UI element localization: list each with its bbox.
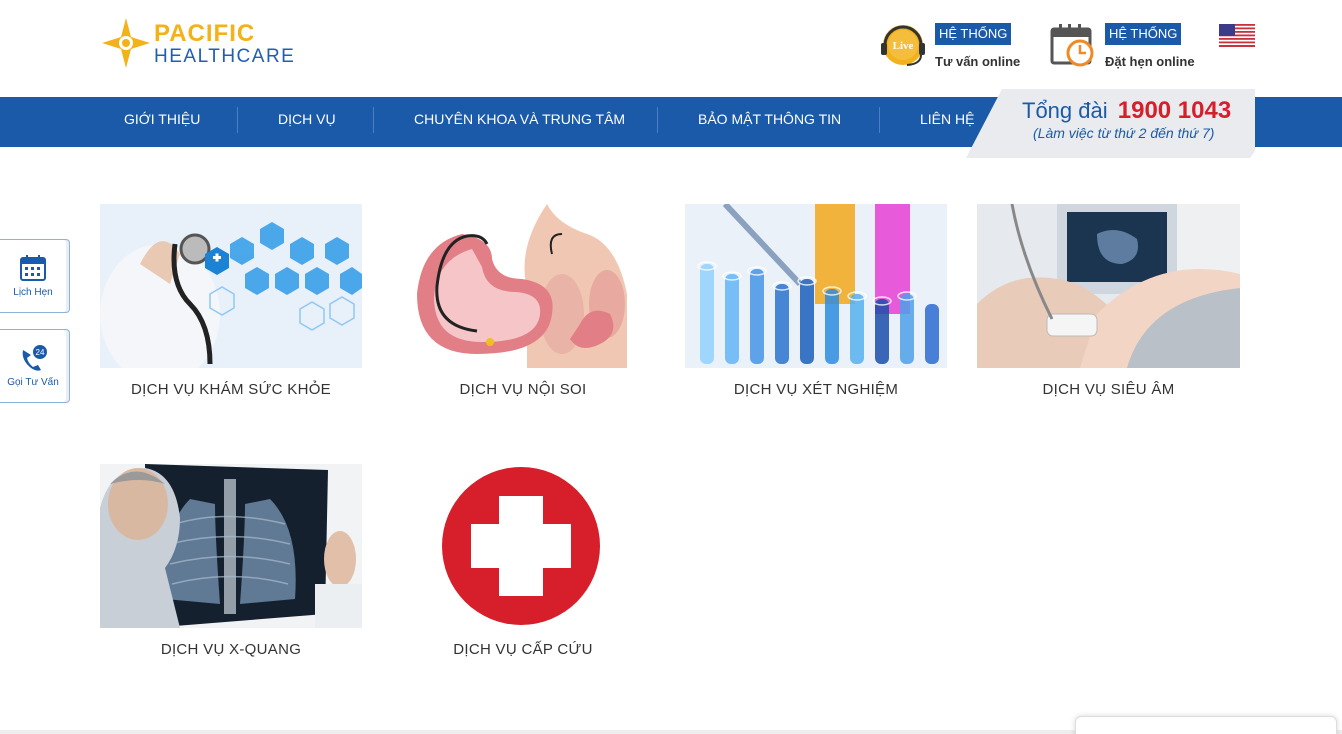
service-card-lab-test[interactable]: DỊCH VỤ XÉT NGHIỆM [685, 204, 947, 404]
nav-item-services[interactable]: DỊCH VỤ [278, 97, 336, 147]
nav-divider [237, 107, 238, 133]
side-appointment-button[interactable]: Lịch Hẹn [0, 239, 70, 313]
phone-24-icon-text: 24 [36, 348, 45, 357]
nav-divider [879, 107, 880, 133]
site-logo[interactable]: PACIFIC HEALTHCARE [100, 17, 335, 69]
online-booking-label: Đặt hẹn online [1105, 54, 1195, 69]
calendar-icon [20, 255, 46, 281]
test-tubes-image [685, 204, 947, 368]
calendar-clock-icon [1050, 24, 1094, 67]
side-call-button[interactable]: 24 Gọi Tư Vấn [0, 329, 70, 403]
side-appointment-label: Lịch Hẹn [13, 287, 53, 298]
nav-item-specialties[interactable]: CHUYÊN KHOA VÀ TRUNG TÂM [414, 97, 625, 147]
service-title[interactable]: DỊCH VỤ SIÊU ÂM [977, 381, 1240, 398]
service-card-xray[interactable]: DỊCH VỤ X-QUANG [100, 464, 362, 664]
phone-24-icon: 24 [22, 345, 47, 371]
stethoscope-medical-icons-image [100, 204, 362, 368]
hotline-label: Tổng đài [1022, 98, 1108, 123]
nav-divider [657, 107, 658, 133]
online-consult-label: Tư vấn online [935, 54, 1021, 69]
online-consult-badge: HỆ THỐNG [935, 23, 1012, 45]
online-booking-badge: HỆ THỐNG [1105, 23, 1182, 45]
live-chat-icon-text: Live [893, 40, 914, 52]
logo-cross-icon [102, 18, 150, 68]
service-title[interactable]: DỊCH VỤ X-QUANG [100, 641, 362, 658]
service-title[interactable]: DỊCH VỤ CẤP CỨU [392, 641, 654, 658]
service-title[interactable]: DỊCH VỤ XÉT NGHIỆM [685, 381, 947, 398]
online-booking-tool[interactable]: HỆ THỐNG Đặt hẹn online [1050, 23, 1210, 73]
service-title[interactable]: DỊCH VỤ NỘI SOI [392, 381, 654, 398]
chat-widget[interactable] [1075, 716, 1337, 734]
online-consult-tool[interactable]: Live HỆ THỐNG Tư vấn online [879, 23, 1039, 73]
logo-name-top: PACIFIC [154, 20, 256, 47]
nav-item-about[interactable]: GIỚI THIỆU [124, 97, 200, 147]
emergency-red-cross-image [392, 464, 654, 628]
stomach-endoscopy-image [392, 204, 654, 368]
service-title[interactable]: DỊCH VỤ KHÁM SỨC KHỎE [100, 381, 362, 398]
doctor-xray-image [100, 464, 362, 628]
hotline-title: Tổng đài 1900 1043 [1022, 97, 1231, 125]
us-flag-icon[interactable] [1219, 24, 1255, 47]
nav-item-privacy[interactable]: BẢO MẬT THÔNG TIN [698, 97, 841, 147]
service-card-emergency[interactable]: DỊCH VỤ CẤP CỨU [392, 464, 654, 664]
service-card-ultrasound[interactable]: DỊCH VỤ SIÊU ÂM [977, 204, 1240, 404]
hotline-hours: (Làm việc từ thứ 2 đến thứ 7) [1033, 125, 1215, 141]
hotline-number[interactable]: 1900 1043 [1118, 97, 1231, 124]
nav-divider [373, 107, 374, 133]
service-card-endoscopy[interactable]: DỊCH VỤ NỘI SOI [392, 204, 654, 404]
site-header: PACIFIC HEALTHCARE Live HỆ THỐNG Tư vấn … [0, 0, 1342, 97]
live-chat-icon: Live [881, 25, 925, 66]
side-call-label: Gọi Tư Vấn [7, 377, 59, 388]
ultrasound-scan-image [977, 204, 1240, 368]
hotline-box[interactable]: Tổng đài 1900 1043 (Làm việc từ thứ 2 đế… [966, 89, 1255, 158]
logo-name-bottom: HEALTHCARE [154, 46, 296, 67]
service-card-health-check[interactable]: DỊCH VỤ KHÁM SỨC KHỎE [100, 204, 362, 404]
